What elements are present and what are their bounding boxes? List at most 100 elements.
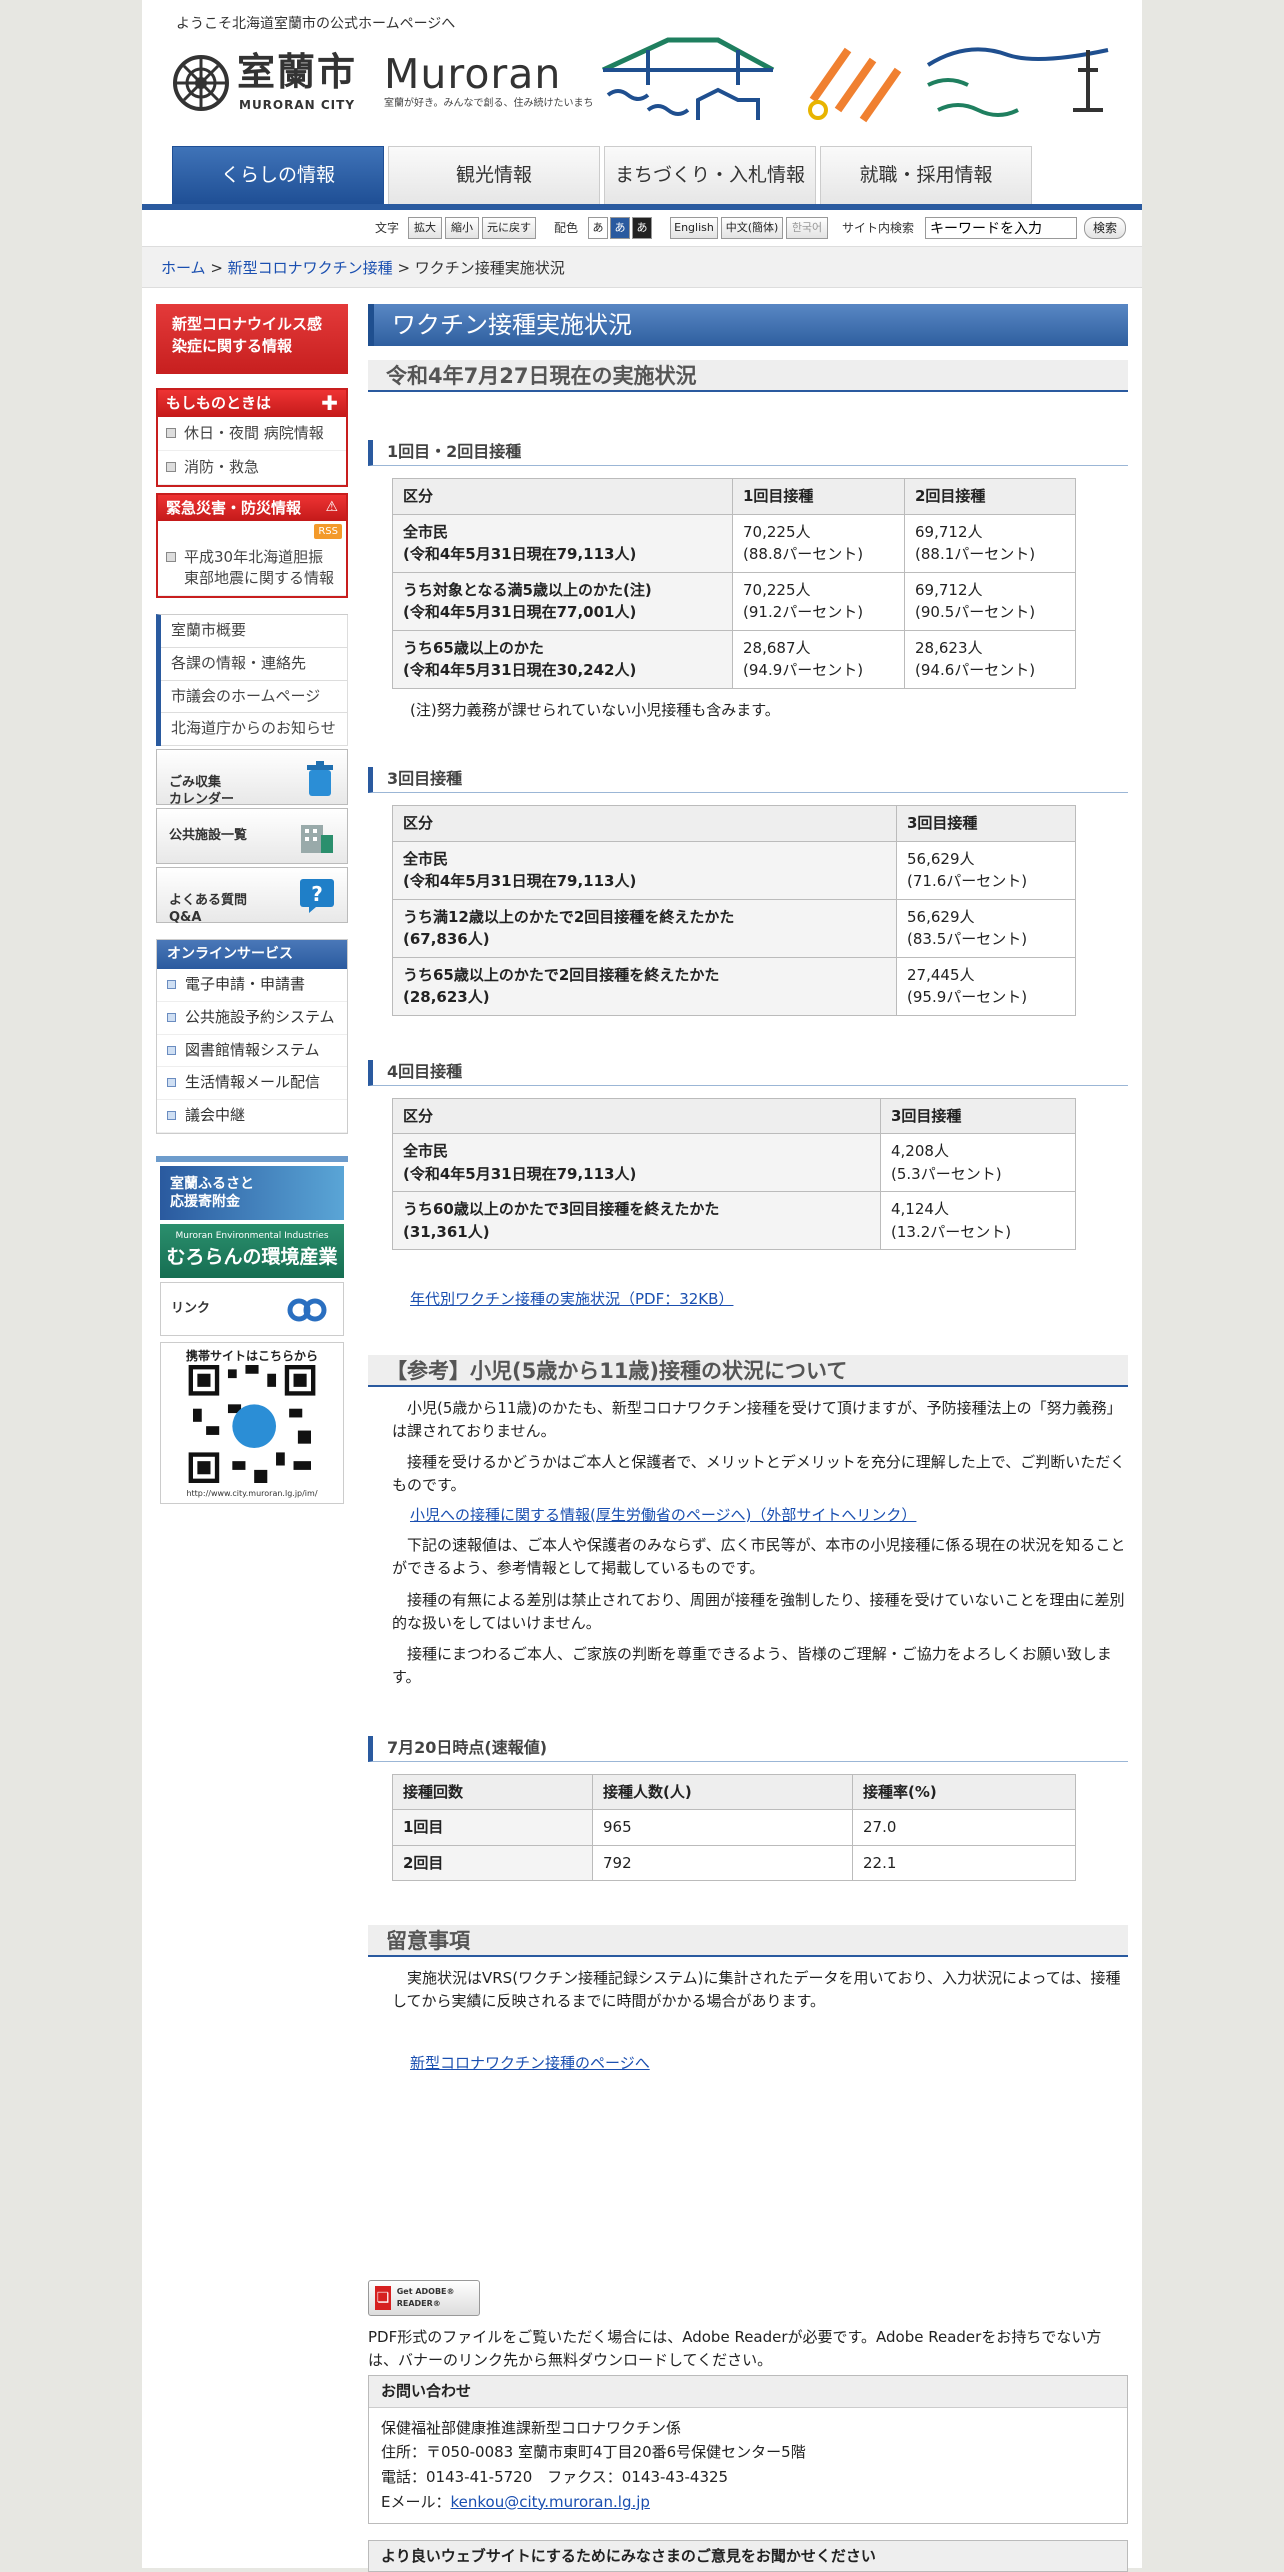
trash-can-icon [307, 761, 333, 796]
korean-button[interactable]: 한국어 [786, 217, 828, 239]
color-black-button[interactable]: あ [632, 217, 652, 239]
online-item-e-application[interactable]: 電子申請・申請書 [157, 969, 347, 1002]
bullet-icon [166, 427, 176, 438]
bullet-icon [166, 552, 176, 562]
gnav-tab-jobs[interactable]: 就職・採用情報 [820, 146, 1032, 204]
color-default-button[interactable]: あ [588, 217, 608, 239]
gnav-tab-living[interactable]: くらしの情報 [172, 146, 384, 204]
rss-icon[interactable]: RSS [314, 524, 342, 539]
sidebar-item-fire[interactable]: 消防・救急 [158, 451, 346, 485]
disaster-box: 緊急災害・防災情報 ⚠ RSS 平成30年北海道胆振東部地震に関する情報 [156, 492, 348, 598]
child-vaccination-external-link[interactable]: 小児への接種に関する情報(厚生労働省のページへ)（外部サイトへリンク） [410, 1506, 916, 1524]
english-button[interactable]: English [670, 217, 718, 239]
table-cell: 4,208人 (5.3パーセント) [880, 1133, 1076, 1192]
sidebar-item-hospital[interactable]: 休日・夜間 病院情報 [158, 417, 346, 451]
contact-address: 住所：〒050-0083 室蘭市東町4丁目20番6号保健センター5階 [381, 2443, 806, 2462]
bullet-icon [167, 1111, 176, 1120]
adobe-reader-banner[interactable]: ❏ Get ADOBE® READER® [368, 2280, 480, 2316]
table-cell-label: 2回目 [392, 1844, 593, 1881]
child-stats-heading: 7月20日時点(速報値) [368, 1735, 1128, 1762]
table-header: 3回目接種 [880, 1097, 1076, 1134]
city-seal-icon[interactable] [172, 54, 230, 112]
site-search-input[interactable] [925, 217, 1077, 239]
table-row: 1回目 965 27.0 [392, 1809, 1076, 1846]
sidebar-item-overview[interactable]: 室蘭市概要 [161, 615, 348, 648]
breadcrumb-parent-link[interactable]: 新型コロナワクチン接種 [228, 259, 393, 277]
covid-info-button[interactable]: 新型コロナウイルス感染症に関する情報 [156, 304, 348, 374]
mobile-site-qr[interactable]: 携帯サイトはこちらから http://www.city.muroran.lg.j… [160, 1341, 344, 1504]
table-header: 1回目接種 [732, 478, 905, 515]
table-row: うち65歳以上のかたで2回目接種を終えたかた (28,623人) 27,445人… [392, 956, 1076, 1016]
logo-english: MURORAN CITY [239, 98, 356, 112]
table-cell: 70,225人 (91.2パーセント) [732, 571, 905, 631]
breadcrumb: ホーム > 新型コロナワクチン接種 > ワクチン接種実施状況 [142, 246, 1142, 288]
color-blue-button[interactable]: あ [610, 217, 630, 239]
table-header: 区分 [392, 478, 733, 515]
online-item-library[interactable]: 図書館情報システム [157, 1035, 347, 1068]
link-banner[interactable]: リンク [160, 1281, 344, 1336]
garbage-calendar-button[interactable]: ごみ収集 カレンダー [156, 749, 348, 807]
table-header: 接種回数 [392, 1773, 593, 1810]
table-row: 2回目 792 22.1 [392, 1844, 1076, 1881]
table-cell-label: 全市民 (令和4年5月31日現在79,113人) [392, 513, 733, 573]
table-cell: 27,445人 (95.9パーセント) [896, 956, 1076, 1016]
qr-url: http://www.city.muroran.lg.jp/im/ [186, 1488, 318, 1498]
svg-text:?: ? [311, 882, 323, 906]
section-heading-dose4: 4回目接種 [368, 1059, 1128, 1086]
table-row: うち65歳以上のかた (令和4年5月31日現在30,242人) 28,687人 … [392, 629, 1076, 689]
dose4-table: 区分 3回目接種 全市民 (令和4年5月31日現在79,113人) 4,208人… [392, 1097, 1076, 1250]
sidebar-menu: 室蘭市概要 各課の情報・連絡先 市議会のホームページ 北海道庁からのお知らせ [156, 614, 348, 746]
table-header: 2回目接種 [904, 478, 1076, 515]
table-cell: 28,687人 (94.9パーセント) [732, 629, 905, 689]
banner-title: むろらんの環境産業 [166, 1246, 338, 1269]
sidebar-item-council[interactable]: 市議会のホームページ [161, 680, 348, 714]
table-header: 区分 [392, 805, 897, 842]
reference-paragraph: 接種の有無による差別は禁止されており、周囲が接種を強制したり、接種を受けていない… [392, 1590, 1125, 1632]
notice-heading: 留意事項 [368, 1925, 1128, 1957]
text-reset-button[interactable]: 元に戻す [482, 217, 536, 239]
breadcrumb-home-link[interactable]: ホーム [161, 259, 206, 277]
gnav-tab-town-planning[interactable]: まちづくり・入札情報 [604, 146, 816, 204]
text-shrink-button[interactable]: 縮小 [445, 217, 479, 239]
public-facility-button[interactable]: 公共施設一覧 [156, 808, 348, 864]
contact-body: 保健福祉部健康推進課新型コロナワクチン係 住所：〒050-0083 室蘭市東町4… [369, 2408, 1127, 2523]
table-cell: 70,225人 (88.8パーセント) [732, 513, 905, 573]
breadcrumb-separator: > [205, 259, 228, 277]
faq-button[interactable]: よくある質問 Q&A ? [156, 867, 348, 925]
online-item-facility-reservation[interactable]: 公共施設予約システム [157, 1002, 347, 1035]
vaccination-page-link[interactable]: 新型コロナワクチン接種のページへ [410, 2054, 650, 2072]
contact-email-link[interactable]: kenkou@city.muroran.lg.jp [450, 2493, 649, 2511]
hometown-donation-banner[interactable]: 室蘭ふるさと 応援寄附金 [160, 1165, 344, 1220]
online-item-mail[interactable]: 生活情報メール配信 [157, 1067, 347, 1100]
page: ようこそ北海道室蘭市の公式ホームページへ 室蘭市 MURORAN CITY Mu… [142, 0, 1142, 2572]
sidebar-item-departments[interactable]: 各課の情報・連絡先 [161, 647, 348, 681]
emergency-title: もしものときは [166, 394, 272, 412]
chinese-button[interactable]: 中文(簡体) [721, 217, 783, 239]
text-enlarge-button[interactable]: 拡大 [408, 217, 442, 239]
dose3-table: 区分 3回目接種 全市民 (令和4年5月31日現在79,113人) 56,629… [392, 805, 1076, 1016]
contact-email-label: Eメール： [381, 2492, 451, 2511]
sidebar-divider [156, 1155, 348, 1162]
sidebar-item-hokkaido[interactable]: 北海道庁からのお知らせ [161, 713, 348, 746]
table-row: うち対象となる満5歳以上のかた(注) (令和4年5月31日現在77,001人) … [392, 571, 1076, 631]
contact-department: 保健福祉部健康推進課新型コロナワクチン係 [381, 2418, 682, 2437]
table-cell-label: 全市民 (令和4年5月31日現在79,113人) [392, 1133, 881, 1192]
site-search-button[interactable]: 検索 [1084, 217, 1126, 239]
environmental-industries-banner[interactable]: Muroran Environmental Industries むろらんの環境… [160, 1223, 344, 1278]
question-icon: ? [300, 879, 334, 913]
sidebar-item-earthquake[interactable]: 平成30年北海道胆振東部地震に関する情報 [158, 541, 346, 596]
online-services-title: オンラインサービス [157, 940, 347, 969]
table-header: 区分 [392, 1097, 881, 1134]
table-cell: 27.0 [852, 1809, 1076, 1846]
online-item-council-broadcast[interactable]: 議会中継 [157, 1100, 347, 1133]
site-search-label: サイト内検索 [842, 221, 915, 235]
table-header: 接種率(%) [852, 1773, 1076, 1810]
section-heading-dose3: 3回目接種 [368, 767, 1128, 793]
table-cell-label: 1回目 [392, 1809, 593, 1846]
gnav-tab-tourism[interactable]: 観光情報 [388, 146, 600, 204]
child-stats-table: 接種回数 接種人数(人) 接種率(%) 1回目 965 27.0 2回目 792… [392, 1773, 1076, 1882]
greeting-text: ようこそ北海道室蘭市の公式ホームページへ [176, 16, 456, 32]
logo-japanese[interactable]: 室蘭市 [237, 51, 357, 94]
bullet-icon [167, 1078, 176, 1088]
age-group-pdf-link[interactable]: 年代別ワクチン接種の実施状況（PDF：32KB） [410, 1290, 733, 1308]
